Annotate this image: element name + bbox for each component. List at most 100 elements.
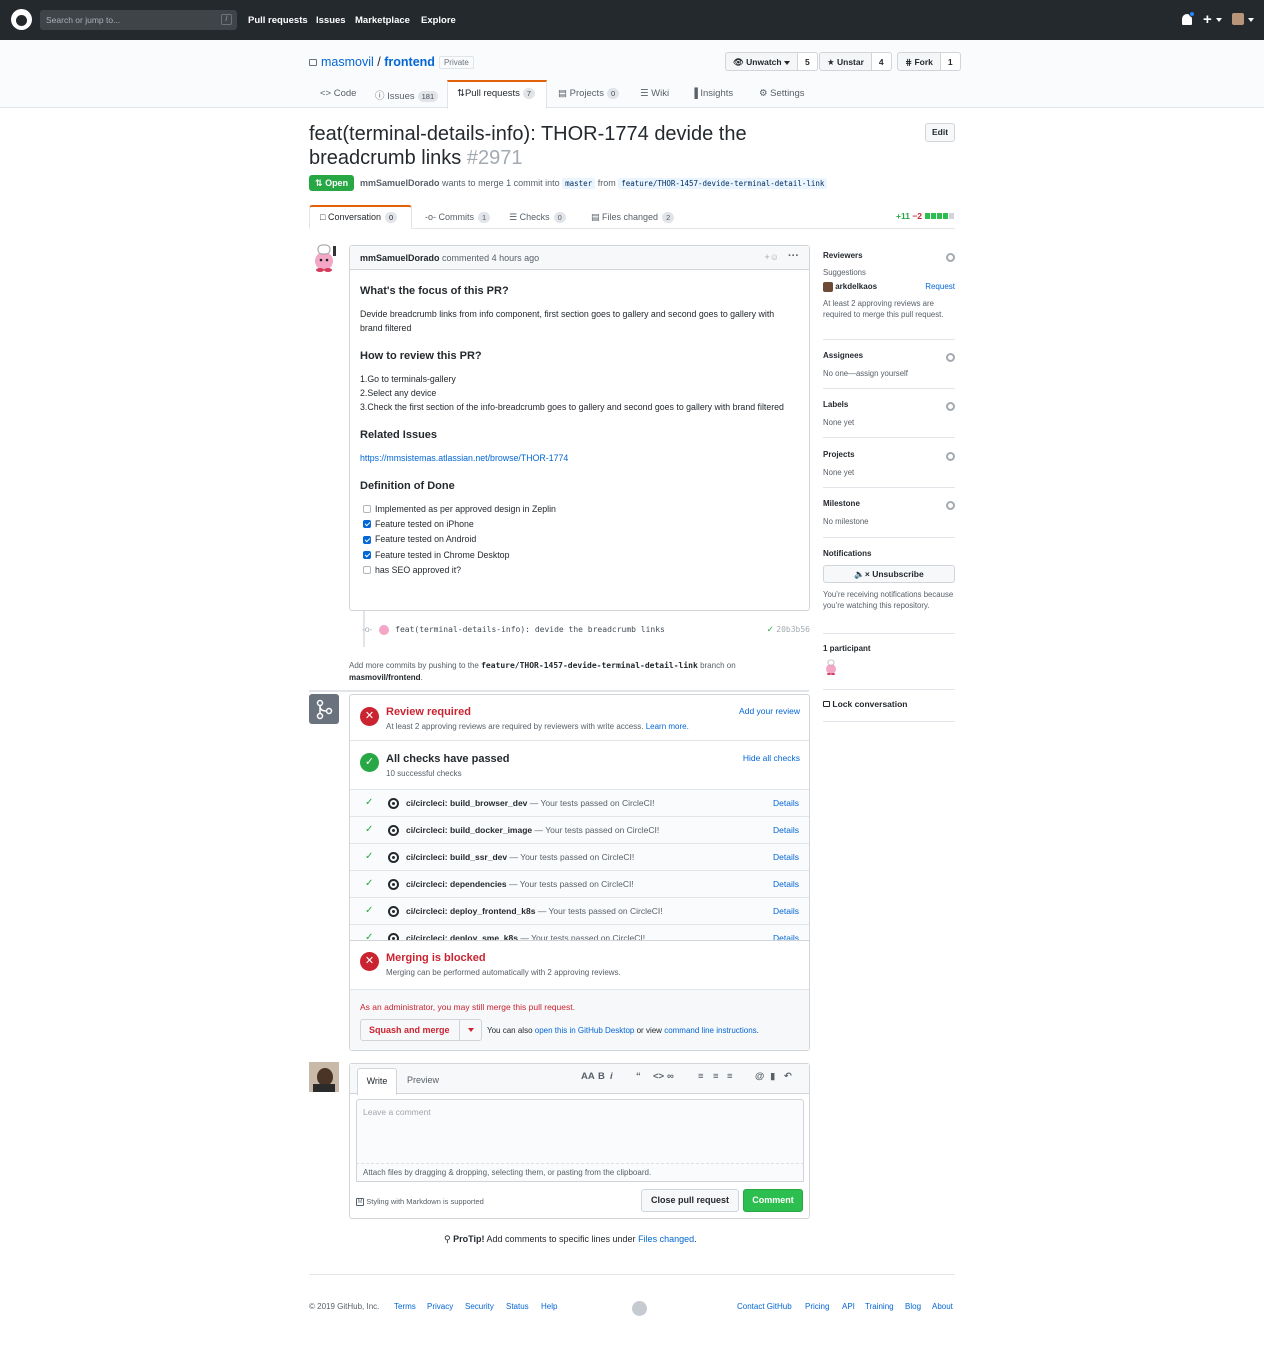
tab-commits[interactable]: -o- Commits 1: [425, 212, 491, 223]
open-github-desktop-link[interactable]: open this in GitHub Desktop: [535, 1026, 635, 1035]
task-list-icon[interactable]: ≡: [727, 1071, 733, 1082]
nav-marketplace[interactable]: Marketplace: [355, 15, 410, 26]
italic-icon[interactable]: i: [610, 1071, 613, 1082]
task-checkbox[interactable]: [363, 505, 371, 514]
footer-link-about[interactable]: About: [932, 1302, 953, 1311]
footer-link-terms[interactable]: Terms: [394, 1302, 416, 1311]
close-pull-request-button[interactable]: Close pull request: [641, 1189, 739, 1212]
gear-icon[interactable]: [946, 253, 955, 262]
hide-all-checks-link[interactable]: Hide all checks: [743, 753, 800, 763]
nav-explore[interactable]: Explore: [421, 15, 456, 26]
author-avatar[interactable]: [309, 242, 339, 272]
gear-icon[interactable]: [946, 353, 955, 362]
kebab-menu-icon[interactable]: ···: [788, 250, 799, 262]
chevron-down-icon[interactable]: [1248, 18, 1254, 22]
check-details-link[interactable]: Details: [773, 906, 799, 916]
task-checkbox[interactable]: [363, 535, 371, 544]
search-input[interactable]: Search or jump to... /: [40, 10, 237, 30]
tab-preview[interactable]: Preview: [407, 1075, 439, 1085]
check-details-link[interactable]: Details: [773, 933, 799, 940]
check-details-link[interactable]: Details: [773, 879, 799, 889]
watch-count[interactable]: 5: [797, 52, 818, 71]
create-new-plus-icon[interactable]: +: [1203, 11, 1222, 28]
pr-author-link[interactable]: mmSamuelDorado: [360, 178, 440, 188]
text-size-icon[interactable]: AA: [581, 1071, 595, 1082]
participant-avatar[interactable]: [823, 659, 839, 675]
footer-link-privacy[interactable]: Privacy: [427, 1302, 453, 1311]
tab-pull-requests[interactable]: ⇅Pull requests 7: [457, 88, 536, 99]
tab-write[interactable]: Write: [357, 1068, 397, 1095]
tab-issues[interactable]: ⓘ Issues 181: [375, 88, 439, 102]
lock-conversation-link[interactable]: Lock conversation: [823, 699, 955, 709]
edit-title-button[interactable]: Edit: [925, 123, 955, 142]
reviewers-title[interactable]: Reviewers: [823, 251, 955, 260]
gear-icon[interactable]: [946, 501, 955, 510]
tab-conversation[interactable]: □ Conversation 0: [320, 212, 398, 223]
commit-message-link[interactable]: feat(terminal-details-info): devide the …: [395, 625, 665, 634]
nav-pull-requests[interactable]: Pull requests: [248, 15, 308, 26]
bold-icon[interactable]: B: [598, 1071, 605, 1082]
check-details-link[interactable]: Details: [773, 852, 799, 862]
head-branch[interactable]: feature/THOR-1457-devide-terminal-detail…: [618, 178, 828, 189]
commit-author-avatar[interactable]: [378, 624, 389, 635]
nav-issues[interactable]: Issues: [316, 15, 346, 26]
link-icon[interactable]: ∞: [667, 1071, 674, 1082]
fork-button[interactable]: ⋕ Fork: [897, 52, 941, 71]
milestone-title[interactable]: Milestone: [823, 499, 955, 508]
footer-link-status[interactable]: Status: [506, 1302, 529, 1311]
mention-icon[interactable]: @: [755, 1071, 764, 1082]
related-issue-link[interactable]: https://mmsistemas.atlassian.net/browse/…: [360, 453, 568, 463]
current-user-avatar[interactable]: [309, 1062, 339, 1092]
attach-files-area[interactable]: Attach files by dragging & dropping, sel…: [356, 1164, 804, 1182]
tab-checks[interactable]: ☰ Checks 0: [509, 212, 566, 223]
request-review-link[interactable]: Request: [925, 282, 955, 291]
footer-link-blog[interactable]: Blog: [905, 1302, 921, 1311]
repo-name-link[interactable]: frontend: [384, 55, 435, 69]
tab-settings[interactable]: ⚙ Settings: [759, 88, 805, 99]
footer-link-pricing[interactable]: Pricing: [805, 1302, 829, 1311]
comment-author-link[interactable]: mmSamuelDorado: [360, 253, 440, 263]
reply-icon[interactable]: ↶: [784, 1071, 792, 1082]
unsubscribe-button[interactable]: 🔈× Unsubscribe: [823, 565, 955, 583]
assignees-title[interactable]: Assignees: [823, 351, 955, 360]
gear-icon[interactable]: [946, 452, 955, 461]
fork-count[interactable]: 1: [940, 52, 961, 71]
projects-title[interactable]: Projects: [823, 450, 955, 459]
check-details-link[interactable]: Details: [773, 798, 799, 808]
add-reaction-icon[interactable]: +☺: [765, 252, 779, 262]
tab-code[interactable]: <> Code: [320, 88, 356, 99]
comment-button[interactable]: Comment: [743, 1189, 803, 1212]
user-avatar-menu[interactable]: [1232, 13, 1244, 25]
add-your-review-link[interactable]: Add your review: [739, 706, 800, 716]
command-line-instructions-link[interactable]: command line instructions: [664, 1026, 756, 1035]
base-branch[interactable]: master: [562, 178, 596, 189]
code-icon[interactable]: <>: [653, 1071, 664, 1082]
task-checkbox[interactable]: [363, 565, 371, 574]
task-checkbox[interactable]: [363, 520, 371, 529]
files-changed-link[interactable]: Files changed: [638, 1234, 694, 1244]
star-count[interactable]: 4: [871, 52, 892, 71]
squash-and-merge-button[interactable]: Squash and merge: [360, 1019, 482, 1041]
learn-more-link[interactable]: Learn more.: [646, 722, 689, 731]
footer-link-training[interactable]: Training: [865, 1302, 894, 1311]
repo-owner-link[interactable]: masmovil: [321, 55, 374, 69]
footer-link-api[interactable]: API: [842, 1302, 855, 1311]
tab-files-changed[interactable]: ▤ Files changed 2: [591, 212, 675, 223]
assignees-value[interactable]: No one—assign yourself: [823, 368, 955, 379]
labels-title[interactable]: Labels: [823, 400, 955, 409]
bookmark-icon[interactable]: ▮: [770, 1071, 775, 1082]
tab-wiki[interactable]: ☰ Wiki: [640, 88, 669, 99]
numbered-list-icon[interactable]: ≡: [713, 1071, 719, 1082]
task-checkbox[interactable]: [363, 550, 371, 559]
unstar-button[interactable]: ★ Unstar: [819, 52, 872, 71]
merge-method-dropdown[interactable]: [459, 1020, 481, 1040]
footer-link-contact[interactable]: Contact GitHub: [737, 1302, 792, 1311]
footer-link-security[interactable]: Security: [465, 1302, 494, 1311]
unwatch-button[interactable]: 👁 Unwatch: [725, 52, 798, 71]
comment-textarea[interactable]: Leave a comment: [356, 1099, 804, 1164]
tab-insights[interactable]: ▐ Insights: [691, 88, 733, 99]
gear-icon[interactable]: [946, 402, 955, 411]
notifications-bell-icon[interactable]: [1182, 11, 1195, 25]
quote-icon[interactable]: “: [636, 1071, 641, 1082]
github-footer-logo-icon[interactable]: [632, 1301, 647, 1316]
